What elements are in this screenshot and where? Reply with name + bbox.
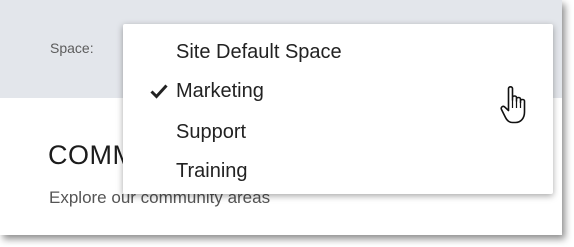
option-label: Site Default Space [176,41,342,63]
option-label: Support [176,121,247,143]
option-label: Training [176,160,248,182]
space-dropdown-menu[interactable]: Site Default Space Marketing Support Tra… [123,24,553,194]
option-label: Marketing [176,80,264,102]
space-label: Space: [50,40,94,56]
screenshot-frame: Space: COMMUNITY Explore our community a… [0,0,562,235]
checkmark-icon [150,84,168,99]
option-training[interactable]: Training [123,152,553,190]
option-site-default-space[interactable]: Site Default Space [123,33,553,71]
option-marketing[interactable]: Marketing [123,72,553,110]
hand-pointer-icon [500,86,526,124]
option-support[interactable]: Support [123,113,553,151]
